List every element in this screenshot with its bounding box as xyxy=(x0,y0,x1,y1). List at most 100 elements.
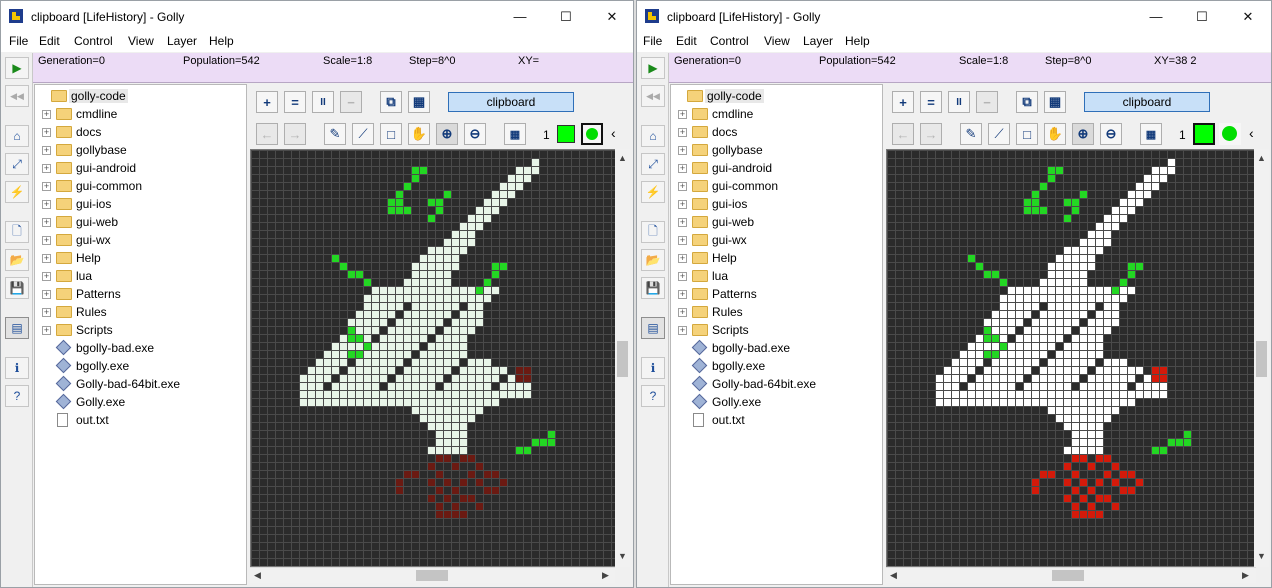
tree-folder-gui-android[interactable]: + gui-android xyxy=(671,159,882,177)
draw-mode-button[interactable]: ✎ xyxy=(324,123,346,145)
undo-button[interactable]: ← xyxy=(256,123,278,145)
all-states-button[interactable]: ▦ xyxy=(1140,123,1162,145)
pattern-info-button[interactable]: ℹ xyxy=(641,357,665,379)
redo-button[interactable]: → xyxy=(284,123,306,145)
expand-toggle-icon[interactable]: + xyxy=(42,272,51,281)
toggle-chart-button[interactable]: ⚡ xyxy=(5,181,29,203)
expand-toggle-icon[interactable]: + xyxy=(678,146,687,155)
delete-layer-button[interactable]: − xyxy=(976,91,998,113)
maximize-button[interactable]: ☐ xyxy=(543,1,589,32)
select-mode-button[interactable]: □ xyxy=(380,123,402,145)
stack-layers-button[interactable]: ⧉ xyxy=(1016,91,1038,113)
tree-folder-gui-common[interactable]: + gui-common xyxy=(671,177,882,195)
pattern-info-button[interactable]: ℹ xyxy=(5,357,29,379)
move-mode-button[interactable]: ✋ xyxy=(1044,123,1066,145)
tile-layers-button[interactable]: ▦ xyxy=(408,91,430,113)
state-icon-swatch[interactable] xyxy=(1219,123,1241,145)
menu-file[interactable]: File xyxy=(9,34,28,48)
tree-folder-gollybase[interactable]: + gollybase xyxy=(671,141,882,159)
menu-control[interactable]: Control xyxy=(710,34,749,48)
tree-file[interactable]: out.txt xyxy=(35,411,246,429)
pattern-viewport[interactable] xyxy=(886,149,1266,567)
reset-button[interactable]: ◀◀ xyxy=(5,85,29,107)
tree-folder-rules[interactable]: + Rules xyxy=(35,303,246,321)
expand-toggle-icon[interactable]: + xyxy=(678,182,687,191)
redo-button[interactable]: → xyxy=(920,123,942,145)
zoom-in-mode-button[interactable]: ⊕ xyxy=(1072,123,1094,145)
tree-folder-docs[interactable]: + docs xyxy=(35,123,246,141)
zoom-out-mode-button[interactable]: ⊖ xyxy=(1100,123,1122,145)
open-pattern-button[interactable]: 📂 xyxy=(5,249,29,271)
tile-layers-button[interactable]: ▦ xyxy=(1044,91,1066,113)
tree-file[interactable]: Golly-bad-64bit.exe xyxy=(671,375,882,393)
tree-folder-gui-common[interactable]: + gui-common xyxy=(35,177,246,195)
tree-file[interactable]: bgolly.exe xyxy=(671,357,882,375)
expand-toggle-icon[interactable]: + xyxy=(678,164,687,173)
tree-folder-gui-ios[interactable]: + gui-ios xyxy=(35,195,246,213)
expand-toggle-icon[interactable]: + xyxy=(42,254,51,263)
menu-file[interactable]: File xyxy=(643,34,662,48)
expand-toggle-icon[interactable]: + xyxy=(42,218,51,227)
close-button[interactable]: ✕ xyxy=(589,1,633,32)
minimize-button[interactable]: — xyxy=(1133,1,1179,32)
expand-toggle-icon[interactable]: + xyxy=(678,290,687,299)
tree-folder-patterns[interactable]: + Patterns xyxy=(671,285,882,303)
tree-folder-lua[interactable]: + lua xyxy=(35,267,246,285)
expand-toggle-icon[interactable]: + xyxy=(678,272,687,281)
layer-name-button[interactable]: clipboard xyxy=(1084,92,1210,112)
reset-button[interactable]: ◀◀ xyxy=(641,85,665,107)
clone-layer-button[interactable]: = xyxy=(920,91,942,113)
menu-edit[interactable]: Edit xyxy=(39,34,60,48)
state-color-swatch[interactable] xyxy=(1193,123,1215,145)
scroll-right-arrow-icon[interactable]: ▶ xyxy=(1242,570,1249,581)
minimize-button[interactable]: — xyxy=(497,1,543,32)
cell-grid-canvas[interactable] xyxy=(251,150,630,567)
expand-toggle-icon[interactable]: + xyxy=(678,128,687,137)
add-layer-button[interactable]: + xyxy=(892,91,914,113)
tree-folder-help[interactable]: + Help xyxy=(35,249,246,267)
new-pattern-button[interactable]: 🗋 xyxy=(641,221,665,243)
tree-folder-lua[interactable]: + lua xyxy=(671,267,882,285)
stack-layers-button[interactable]: ⧉ xyxy=(380,91,402,113)
zoom-out-mode-button[interactable]: ⊖ xyxy=(464,123,486,145)
maximize-button[interactable]: ☐ xyxy=(1179,1,1225,32)
expand-toggle-icon[interactable]: + xyxy=(678,326,687,335)
tree-file[interactable]: bgolly-bad.exe xyxy=(35,339,246,357)
vertical-scrollbar[interactable]: ▲ ▼ xyxy=(615,149,630,567)
horizontal-scroll-thumb[interactable] xyxy=(416,570,448,581)
horizontal-scroll-thumb[interactable] xyxy=(1052,570,1084,581)
start-generating-button[interactable]: ▶ xyxy=(5,57,29,79)
tree-folder-gui-web[interactable]: + gui-web xyxy=(671,213,882,231)
undo-button[interactable]: ← xyxy=(892,123,914,145)
expand-toggle-icon[interactable]: + xyxy=(678,200,687,209)
move-mode-button[interactable]: ✋ xyxy=(408,123,430,145)
state-icon-swatch[interactable] xyxy=(581,123,603,145)
expand-toggle-icon[interactable]: + xyxy=(678,218,687,227)
scroll-left-arrow-icon[interactable]: ◀ xyxy=(890,570,897,581)
expand-toggle-icon[interactable]: + xyxy=(678,236,687,245)
menu-layer[interactable]: Layer xyxy=(167,34,197,48)
file-tree[interactable]: golly-code + cmdline + docs + gollybase + gui-an… xyxy=(670,84,883,585)
expand-toggle-icon[interactable]: + xyxy=(678,254,687,263)
start-generating-button[interactable]: ▶ xyxy=(641,57,665,79)
expand-toggle-icon[interactable]: + xyxy=(42,110,51,119)
close-button[interactable]: ✕ xyxy=(1225,1,1271,32)
toggle-fit-button[interactable]: ⤢ xyxy=(5,153,29,175)
select-mode-button[interactable]: □ xyxy=(1016,123,1038,145)
expand-toggle-icon[interactable]: + xyxy=(42,308,51,317)
scroll-right-arrow-icon[interactable]: ▶ xyxy=(602,570,609,581)
expand-toggle-icon[interactable]: + xyxy=(42,326,51,335)
tree-folder-docs[interactable]: + docs xyxy=(671,123,882,141)
tree-folder-gui-web[interactable]: + gui-web xyxy=(35,213,246,231)
expand-toggle-icon[interactable]: + xyxy=(42,164,51,173)
toggle-chart-button[interactable]: ⚡ xyxy=(641,181,665,203)
tree-folder-scripts[interactable]: + Scripts xyxy=(35,321,246,339)
toggle-files-button[interactable]: ▤ xyxy=(641,317,665,339)
chevron-left-icon[interactable]: ‹ xyxy=(1249,125,1254,141)
expand-toggle-icon[interactable]: + xyxy=(678,308,687,317)
expand-toggle-icon[interactable]: + xyxy=(678,110,687,119)
tree-folder-help[interactable]: + Help xyxy=(671,249,882,267)
open-pattern-button[interactable]: 📂 xyxy=(641,249,665,271)
delete-layer-button[interactable]: − xyxy=(340,91,362,113)
zoom-in-mode-button[interactable]: ⊕ xyxy=(436,123,458,145)
